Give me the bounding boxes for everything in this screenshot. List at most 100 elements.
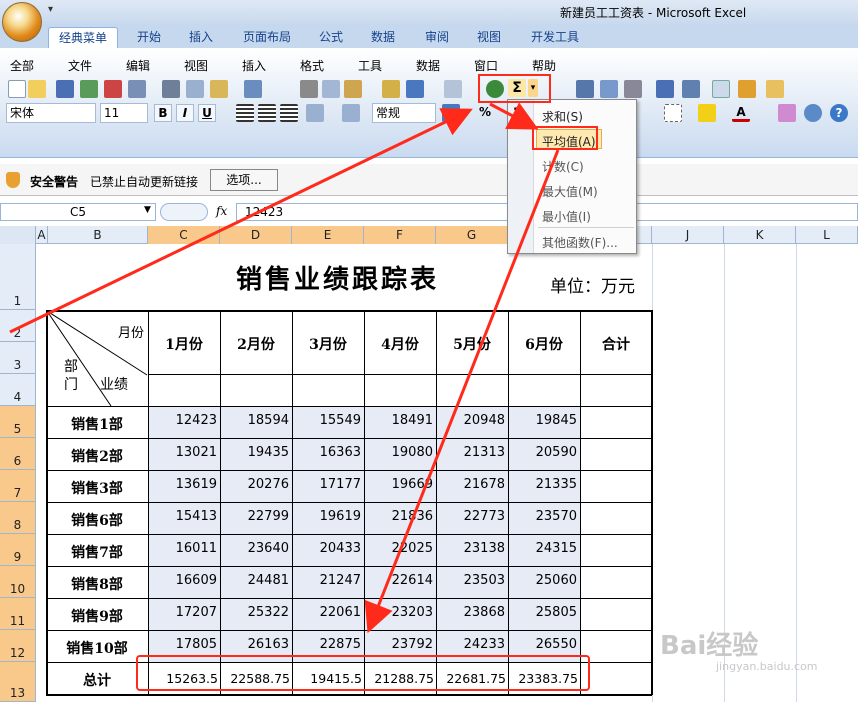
menu-tools[interactable]: 工具 bbox=[358, 57, 382, 74]
value-cell[interactable]: 23792 bbox=[364, 630, 436, 662]
value-cell[interactable]: 16363 bbox=[292, 438, 364, 470]
average-cell[interactable]: 23383.75 bbox=[508, 664, 580, 694]
borders-icon[interactable] bbox=[664, 104, 682, 122]
row-header-3[interactable]: 3 bbox=[0, 342, 36, 374]
tab-review[interactable]: 审阅 bbox=[412, 27, 462, 48]
value-cell[interactable]: 26550 bbox=[508, 630, 580, 662]
options-button[interactable]: 选项... bbox=[210, 169, 278, 191]
value-cell[interactable]: 22025 bbox=[364, 534, 436, 566]
value-cell[interactable]: 20433 bbox=[292, 534, 364, 566]
name-box-dropdown-icon[interactable]: ▼ bbox=[144, 205, 151, 215]
value-cell[interactable]: 21335 bbox=[508, 470, 580, 502]
average-cell[interactable]: 19415.5 bbox=[292, 664, 364, 694]
value-cell[interactable]: 16609 bbox=[148, 566, 220, 598]
value-cell[interactable]: 18491 bbox=[364, 406, 436, 438]
value-cell[interactable]: 23570 bbox=[508, 502, 580, 534]
excel-icon[interactable] bbox=[80, 80, 98, 98]
name-box[interactable]: C5 bbox=[0, 203, 156, 221]
value-cell[interactable]: 23138 bbox=[436, 534, 508, 566]
value-cell[interactable]: 15413 bbox=[148, 502, 220, 534]
merge-center-icon[interactable] bbox=[306, 104, 324, 122]
sort-asc-icon[interactable] bbox=[576, 80, 594, 98]
row-header-5[interactable]: 5 bbox=[0, 406, 36, 438]
insert-function-icon[interactable]: fx bbox=[216, 204, 227, 218]
column-header-j[interactable]: J bbox=[652, 226, 724, 244]
hyperlink-icon[interactable] bbox=[486, 80, 504, 98]
fill-color-icon[interactable] bbox=[698, 104, 716, 122]
folder-icon[interactable] bbox=[766, 80, 784, 98]
currency-icon[interactable] bbox=[442, 104, 460, 122]
row-header-1[interactable]: 1 bbox=[0, 244, 36, 310]
tab-view[interactable]: 视图 bbox=[464, 27, 514, 48]
column-header-l[interactable]: L bbox=[796, 226, 858, 244]
print-preview-icon[interactable] bbox=[186, 80, 204, 98]
value-cell[interactable]: 15549 bbox=[292, 406, 364, 438]
menu-item-min[interactable]: 最小值(I) bbox=[542, 208, 591, 225]
column-header-d[interactable]: D bbox=[220, 226, 292, 244]
redo-icon[interactable] bbox=[444, 80, 462, 98]
permission-icon[interactable] bbox=[104, 80, 122, 98]
tab-developer[interactable]: 开发工具 bbox=[520, 27, 590, 48]
row-header-6[interactable]: 6 bbox=[0, 438, 36, 470]
value-cell[interactable]: 19619 bbox=[292, 502, 364, 534]
column-header-e[interactable]: E bbox=[292, 226, 364, 244]
value-cell[interactable]: 20276 bbox=[220, 470, 292, 502]
tab-page-layout[interactable]: 页面布局 bbox=[232, 27, 302, 48]
value-cell[interactable]: 21247 bbox=[292, 566, 364, 598]
menu-item-more-functions[interactable]: 其他函数(F)... bbox=[542, 234, 618, 251]
paste-icon[interactable] bbox=[344, 80, 362, 98]
value-cell[interactable]: 22773 bbox=[436, 502, 508, 534]
menu-data[interactable]: 数据 bbox=[416, 57, 440, 74]
bold-button[interactable]: B bbox=[154, 104, 172, 122]
align-right-icon[interactable] bbox=[280, 104, 298, 122]
column-header-f[interactable]: F bbox=[364, 226, 436, 244]
row-header-2[interactable]: 2 bbox=[0, 310, 36, 342]
print-icon[interactable] bbox=[162, 80, 180, 98]
row-header-10[interactable]: 10 bbox=[0, 566, 36, 598]
column-header-g[interactable]: G bbox=[436, 226, 508, 244]
spelling-icon[interactable] bbox=[244, 80, 262, 98]
column-header-k[interactable]: K bbox=[724, 226, 796, 244]
wrap-text-icon[interactable] bbox=[342, 104, 360, 122]
chart-icon[interactable] bbox=[656, 80, 674, 98]
row-header-8[interactable]: 8 bbox=[0, 502, 36, 534]
average-cell[interactable]: 15263.5 bbox=[148, 664, 220, 694]
value-cell[interactable]: 22875 bbox=[292, 630, 364, 662]
column-header-c[interactable]: C bbox=[148, 226, 220, 244]
help-icon[interactable]: ? bbox=[830, 104, 848, 122]
row-header-11[interactable]: 11 bbox=[0, 598, 36, 630]
macro-icon[interactable] bbox=[738, 80, 756, 98]
menu-insert[interactable]: 插入 bbox=[242, 57, 266, 74]
value-cell[interactable]: 21836 bbox=[364, 502, 436, 534]
value-cell[interactable]: 25322 bbox=[220, 598, 292, 630]
average-cell[interactable]: 22588.75 bbox=[220, 664, 292, 694]
underline-button[interactable]: U bbox=[198, 104, 216, 122]
percent-button[interactable]: % bbox=[476, 103, 494, 121]
value-cell[interactable]: 22061 bbox=[292, 598, 364, 630]
autosum-icon[interactable]: Σ bbox=[508, 79, 526, 97]
menu-format[interactable]: 格式 bbox=[300, 57, 324, 74]
value-cell[interactable]: 23503 bbox=[436, 566, 508, 598]
menu-edit[interactable]: 编辑 bbox=[126, 57, 150, 74]
menu-all[interactable]: 全部 bbox=[10, 57, 34, 74]
value-cell[interactable]: 12423 bbox=[148, 406, 220, 438]
row-header-7[interactable]: 7 bbox=[0, 470, 36, 502]
row-header-9[interactable]: 9 bbox=[0, 534, 36, 566]
styles-icon[interactable] bbox=[778, 104, 796, 122]
open-folder-icon[interactable] bbox=[28, 80, 46, 98]
menu-file[interactable]: 文件 bbox=[68, 57, 92, 74]
value-cell[interactable]: 19435 bbox=[220, 438, 292, 470]
row-header-13[interactable]: 13 bbox=[0, 662, 36, 702]
tab-insert[interactable]: 插入 bbox=[176, 27, 226, 48]
drawing-icon[interactable] bbox=[682, 80, 700, 98]
office-button[interactable] bbox=[2, 2, 42, 42]
email-icon[interactable] bbox=[128, 80, 146, 98]
value-cell[interactable]: 21678 bbox=[436, 470, 508, 502]
value-cell[interactable]: 17177 bbox=[292, 470, 364, 502]
menu-item-sum[interactable]: 求和(S) bbox=[542, 108, 583, 125]
number-format-select[interactable]: 常规 bbox=[372, 103, 436, 123]
menu-item-average[interactable]: 平均值(A) bbox=[542, 133, 596, 150]
value-cell[interactable]: 13619 bbox=[148, 470, 220, 502]
value-cell[interactable]: 25805 bbox=[508, 598, 580, 630]
align-left-icon[interactable] bbox=[236, 104, 254, 122]
